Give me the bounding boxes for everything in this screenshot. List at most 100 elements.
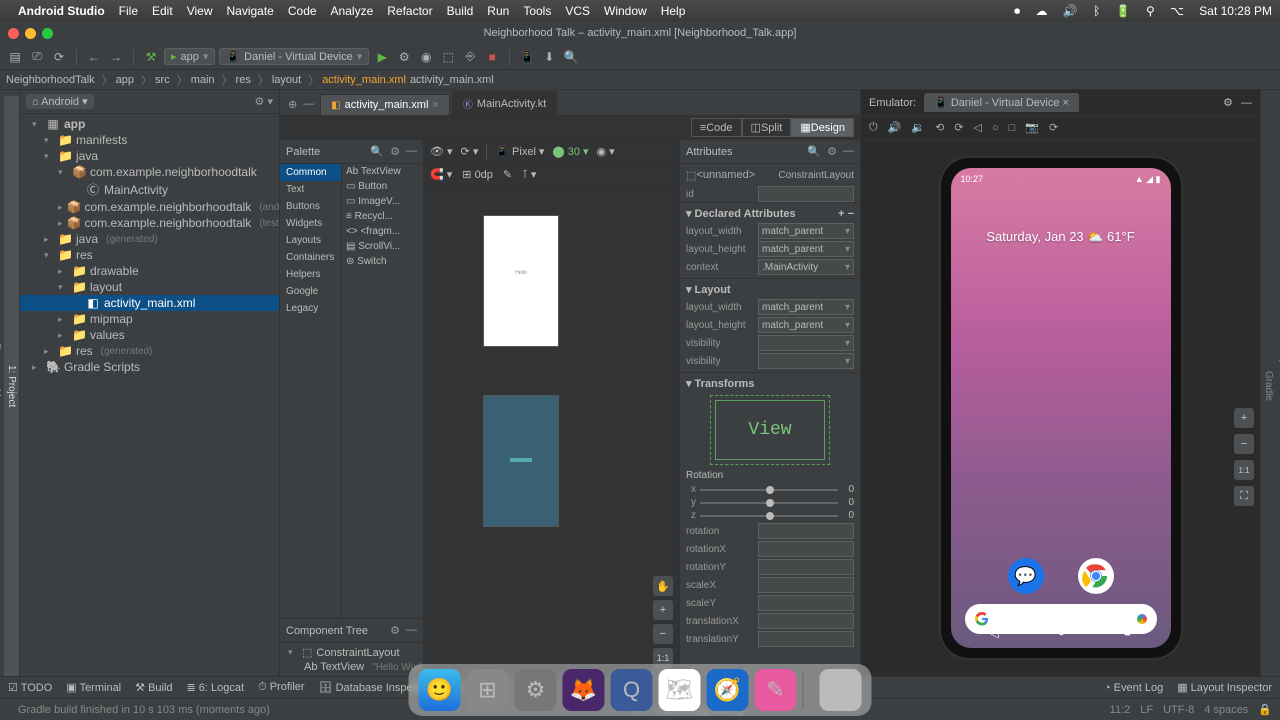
menu-window[interactable]: Window bbox=[604, 4, 647, 18]
dock-quicktime-icon[interactable]: Q bbox=[611, 669, 653, 711]
tree-node[interactable]: ▾📦com.example.neighborhoodtalk bbox=[20, 164, 279, 180]
attr-field[interactable]: match_parent bbox=[758, 241, 854, 257]
palette-cat[interactable]: Containers bbox=[280, 249, 341, 266]
menu-tools[interactable]: Tools bbox=[523, 4, 551, 18]
magnet-icon[interactable]: 🧲 ▾ bbox=[430, 168, 452, 181]
tree-node[interactable]: ▾📁java bbox=[20, 148, 279, 164]
status-indent[interactable]: 4 spaces bbox=[1204, 704, 1248, 716]
ct-gear-icon[interactable]: ⚙ bbox=[390, 624, 400, 637]
tab-mainactivity[interactable]: ⓀMainActivity.kt bbox=[452, 91, 557, 115]
zoom-in-icon[interactable]: + bbox=[653, 600, 673, 620]
stop-icon[interactable]: ■ bbox=[483, 48, 501, 66]
dock-finder-icon[interactable]: 🙂 bbox=[419, 669, 461, 711]
palette-cat[interactable]: Helpers bbox=[280, 266, 341, 283]
coverage-icon[interactable]: ⬚ bbox=[439, 48, 457, 66]
attr-remove-icon[interactable]: − bbox=[848, 208, 854, 220]
cloud-icon[interactable]: ☁ bbox=[1035, 4, 1047, 18]
tree-node[interactable]: ▾📁manifests bbox=[20, 132, 279, 148]
palette-hide-icon[interactable]: — bbox=[406, 145, 417, 158]
attr-field[interactable]: .MainActivity bbox=[758, 259, 854, 275]
attr-field[interactable] bbox=[758, 631, 854, 647]
tree-node[interactable]: ▸🐘Gradle Scripts bbox=[20, 359, 279, 375]
run-config-selector[interactable]: ▸app▾ bbox=[164, 48, 215, 65]
guideline-icon[interactable]: ⊺ ▾ bbox=[522, 168, 536, 181]
tree-node[interactable]: ▸📁res(generated) bbox=[20, 343, 279, 359]
tree-mode-selector[interactable]: ⌂ Android ▾ bbox=[26, 94, 94, 109]
emu-rotr-icon[interactable]: ⟳ bbox=[954, 121, 963, 134]
sync-icon[interactable]: ⟳ bbox=[50, 48, 68, 66]
dock-launchpad-icon[interactable]: ⊞ bbox=[467, 669, 509, 711]
rotation-slider[interactable] bbox=[700, 515, 838, 517]
attr-search-icon[interactable]: 🔍 bbox=[807, 145, 821, 158]
fwd-icon[interactable]: → bbox=[107, 48, 125, 66]
attr-field[interactable] bbox=[758, 523, 854, 539]
palette-item[interactable]: ▤ ScrollVi... bbox=[342, 239, 423, 254]
emu-screenshot-icon[interactable]: 📷 bbox=[1025, 121, 1039, 134]
debug-icon[interactable]: ⚙ bbox=[395, 48, 413, 66]
messages-app-icon[interactable]: 💬 bbox=[1008, 558, 1044, 594]
zoom-out-icon[interactable]: − bbox=[653, 624, 673, 644]
surface-icon[interactable]: 👁 ▾ bbox=[430, 145, 453, 158]
tree-node[interactable]: ▾📁layout bbox=[20, 279, 279, 295]
declared-section[interactable]: ▾ Declared Attributes+ − bbox=[686, 205, 854, 222]
status-pos[interactable]: 11:2 bbox=[1110, 704, 1131, 716]
attr-field[interactable] bbox=[758, 335, 854, 351]
palette-cat[interactable]: Legacy bbox=[280, 300, 341, 317]
emu-zoom-11[interactable]: 1:1 bbox=[1234, 460, 1254, 480]
dock-maps-icon[interactable]: 🗺 bbox=[659, 669, 701, 711]
device-selector[interactable]: 📱Daniel - Virtual Device▾ bbox=[219, 48, 369, 65]
theme-chip[interactable]: ◉ ▾ bbox=[597, 145, 615, 158]
menu-run[interactable]: Run bbox=[487, 4, 509, 18]
menu-file[interactable]: File bbox=[119, 4, 138, 18]
palette-item[interactable]: ▭ ImageV... bbox=[342, 194, 423, 209]
menu-help[interactable]: Help bbox=[661, 4, 686, 18]
palette-cat[interactable]: Widgets bbox=[280, 215, 341, 232]
emu-volup-icon[interactable]: 🔊 bbox=[888, 121, 902, 134]
menu-build[interactable]: Build bbox=[447, 4, 474, 18]
menu-code[interactable]: Code bbox=[288, 4, 317, 18]
chrome-app-icon[interactable] bbox=[1078, 558, 1114, 594]
menu-analyze[interactable]: Analyze bbox=[331, 4, 374, 18]
tree-node[interactable]: ◧activity_main.xml bbox=[20, 295, 279, 311]
avd-icon[interactable]: 📱 bbox=[518, 48, 536, 66]
palette-search-icon[interactable]: 🔍 bbox=[370, 145, 384, 158]
tw-build[interactable]: ⚒ Build bbox=[135, 681, 172, 694]
menu-vcs[interactable]: VCS bbox=[565, 4, 590, 18]
device-chip[interactable]: 📱 Pixel ▾ bbox=[495, 145, 544, 158]
emu-voldn-icon[interactable]: 🔉 bbox=[911, 121, 925, 134]
layout-section[interactable]: ▾ Layout bbox=[686, 281, 854, 298]
wand-icon[interactable]: ✎ bbox=[503, 168, 512, 181]
tree-node[interactable]: ▸📦com.example.neighborhoodtalk(test) bbox=[20, 215, 279, 231]
tree-node[interactable]: ⒸMainActivity bbox=[20, 180, 279, 199]
tree-node[interactable]: ▾📁res bbox=[20, 247, 279, 263]
attr-field[interactable]: match_parent bbox=[758, 317, 854, 333]
palette-gear-icon[interactable]: ⚙ bbox=[390, 145, 400, 158]
dp-chip[interactable]: ⊞ 0dp bbox=[462, 168, 493, 181]
rotation-slider[interactable] bbox=[700, 489, 838, 491]
menu-refactor[interactable]: Refactor bbox=[387, 4, 432, 18]
traffic-lights[interactable] bbox=[8, 28, 53, 39]
ct-child[interactable]: Ab TextView "Hello Worl... bbox=[280, 660, 423, 674]
editor-pin-icon[interactable]: — bbox=[303, 98, 314, 111]
palette-item[interactable]: ▭ Button bbox=[342, 179, 423, 194]
crumb-2[interactable]: src bbox=[155, 74, 170, 86]
menu-app[interactable]: Android Studio bbox=[18, 4, 105, 18]
attr-add-icon[interactable]: + bbox=[838, 208, 844, 220]
attr-gear-icon[interactable]: ⚙ bbox=[827, 145, 837, 158]
profile-icon[interactable]: ◉ bbox=[417, 48, 435, 66]
emu-zoom-fit[interactable]: ⛶ bbox=[1234, 486, 1254, 506]
mode-split[interactable]: ◫ Split bbox=[742, 118, 792, 137]
wifi-icon[interactable]: ⚲ bbox=[1146, 4, 1155, 18]
blueprint-preview[interactable] bbox=[484, 396, 558, 526]
volume-icon[interactable]: 🔊 bbox=[1063, 4, 1078, 18]
emu-hide-icon[interactable]: — bbox=[1241, 97, 1252, 109]
api-chip[interactable]: ⬤ 30 ▾ bbox=[552, 145, 588, 158]
tab-activity-main[interactable]: ◧activity_main.xml× bbox=[320, 94, 450, 115]
tree-node[interactable]: ▸📁drawable bbox=[20, 263, 279, 279]
emu-overview-icon[interactable]: □ bbox=[1009, 122, 1016, 134]
rotation-slider[interactable] bbox=[700, 502, 838, 504]
tree-settings-icon[interactable]: ⚙ ▾ bbox=[255, 95, 273, 108]
canvas-surface[interactable]: Hello ✋ + − 1:1 ⛶ bbox=[424, 186, 679, 676]
attr-field[interactable]: match_parent bbox=[758, 223, 854, 239]
clock[interactable]: Sat 10:28 PM bbox=[1199, 4, 1272, 18]
